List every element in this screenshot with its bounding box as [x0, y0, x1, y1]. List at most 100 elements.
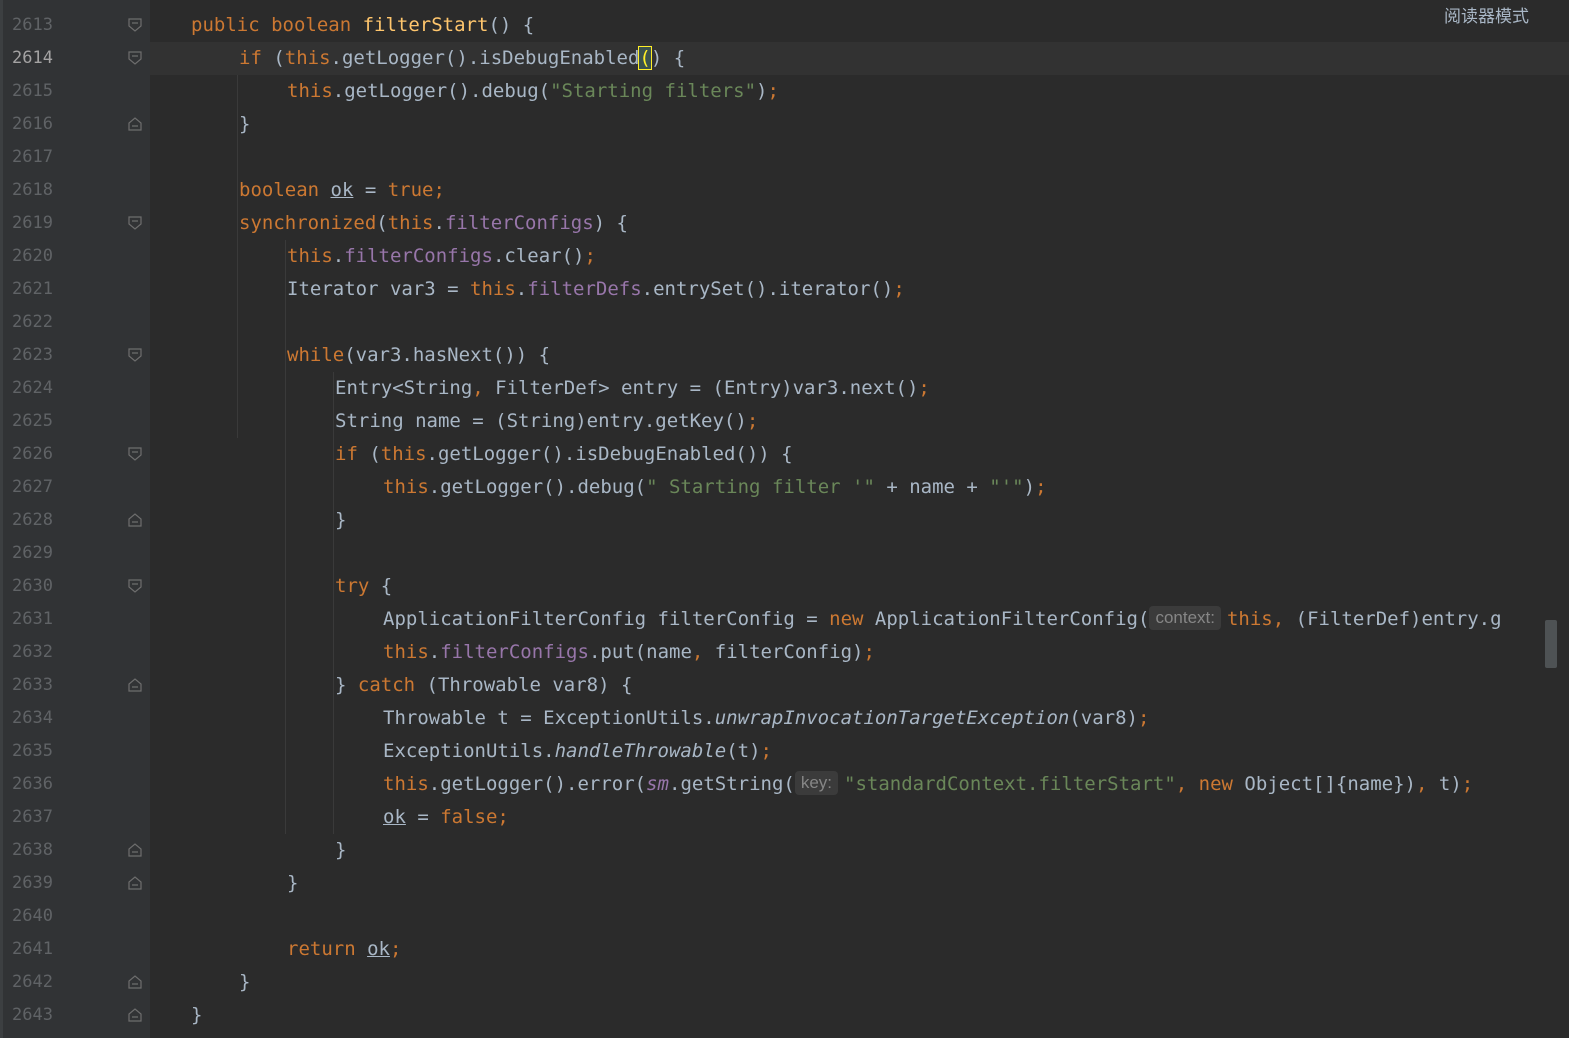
- fold-end-icon[interactable]: [128, 513, 142, 527]
- line-number: 2624: [12, 378, 53, 398]
- fold-collapse-icon[interactable]: [128, 18, 142, 32]
- code-token: ;: [1137, 707, 1150, 729]
- code-token: filterConfigs: [444, 212, 594, 234]
- line-number: 2643: [12, 1005, 53, 1025]
- code-line[interactable]: 2639}: [0, 867, 1569, 900]
- code-line[interactable]: 2632 this.filterConfigs.put(name, filterC…: [0, 636, 1569, 669]
- code-line[interactable]: 2622: [0, 306, 1569, 339]
- line-number: 2641: [12, 939, 53, 959]
- code-token: .getString(: [669, 773, 795, 795]
- code-line[interactable]: 2617: [0, 141, 1569, 174]
- code-token: (t): [726, 740, 761, 762]
- code-line[interactable]: 2643}: [0, 999, 1569, 1032]
- vertical-scrollbar-thumb[interactable]: [1545, 620, 1557, 668]
- code-token: t): [1438, 773, 1462, 795]
- line-number: 2626: [12, 444, 53, 464]
- code-token: }: [287, 872, 299, 894]
- code-token: () {: [488, 14, 535, 36]
- code-line[interactable]: 2642}: [0, 966, 1569, 999]
- code-token: ,: [691, 641, 715, 663]
- line-number: 2630: [12, 576, 53, 596]
- indent-guide: [237, 75, 238, 438]
- code-token: =: [353, 179, 388, 201]
- code-token: if: [335, 443, 370, 465]
- fold-end-icon[interactable]: [128, 975, 142, 989]
- code-token: FilterDef> entry = (Entry)var3.next(): [495, 377, 919, 399]
- code-line[interactable]: 2631 ApplicationFilterConfig filterConfig…: [0, 603, 1569, 636]
- code-line[interactable]: 2641 return ok;: [0, 933, 1569, 966]
- code-line[interactable]: 2634 Throwable t = ExceptionUtils.unwrapI…: [0, 702, 1569, 735]
- fold-end-icon[interactable]: [128, 117, 142, 131]
- fold-end-icon[interactable]: [128, 678, 142, 692]
- code-line[interactable]: 2616}: [0, 108, 1569, 141]
- code-token: ): [1023, 476, 1036, 498]
- code-token: ok: [330, 179, 354, 201]
- reader-mode-button[interactable]: 阅读器模式: [1444, 2, 1529, 27]
- code-line[interactable]: 2626 if (this.getLogger().isDebugEnabled(…: [0, 438, 1569, 471]
- code-token: .getLogger().isDebugEnabled: [330, 47, 640, 69]
- line-number: 2629: [12, 543, 53, 563]
- code-line[interactable]: 2618 boolean ok = true;: [0, 174, 1569, 207]
- code-text: boolean ok = true;: [239, 174, 445, 207]
- code-token: this,: [1226, 608, 1296, 630]
- line-number: 2628: [12, 510, 53, 530]
- fold-collapse-icon[interactable]: [128, 51, 142, 65]
- code-token: Object[]{name}): [1244, 773, 1416, 795]
- code-token: return: [287, 938, 368, 960]
- code-line[interactable]: 2621 Iterator var3 = this.filterDefs.entr…: [0, 273, 1569, 306]
- line-number: 2632: [12, 642, 53, 662]
- code-token: (: [273, 47, 285, 69]
- code-line[interactable]: 2614 if (this.getLogger().isDebugEnabled(…: [0, 42, 1569, 75]
- code-token: this: [470, 278, 516, 300]
- code-line[interactable]: 2638}: [0, 834, 1569, 867]
- code-token: "standardContext.filterStart": [844, 773, 1176, 795]
- code-token: {: [380, 575, 393, 597]
- code-text: synchronized(this.filterConfigs) {: [239, 207, 628, 240]
- code-token: filterConfigs: [344, 245, 493, 267]
- line-number: 2621: [12, 279, 53, 299]
- fold-end-icon[interactable]: [128, 1008, 142, 1022]
- code-text: ExceptionUtils.handleThrowable(t);: [383, 735, 772, 768]
- line-number: 2635: [12, 741, 53, 761]
- fold-collapse-icon[interactable]: [128, 216, 142, 230]
- code-line[interactable]: 2625 String name = (String)entry.getKey()…: [0, 405, 1569, 438]
- code-line[interactable]: 2623 while(var3.hasNext()) {: [0, 339, 1569, 372]
- code-text: } catch (Throwable var8) {: [335, 669, 632, 702]
- code-text: public boolean filterStart() {: [191, 9, 534, 42]
- code-line[interactable]: 2619 synchronized(this.filterConfigs) {: [0, 207, 1569, 240]
- code-line[interactable]: 2637 ok = false;: [0, 801, 1569, 834]
- line-number: 2642: [12, 972, 53, 992]
- code-token: .getLogger().debug(: [332, 80, 551, 102]
- code-token: ;: [584, 245, 596, 267]
- code-line[interactable]: 2633} catch (Throwable var8) {: [0, 669, 1569, 702]
- code-token: ;: [1035, 476, 1047, 498]
- code-token: (Throwable var8) {: [426, 674, 633, 696]
- code-token: filterDefs: [527, 278, 642, 300]
- code-line[interactable]: 2624 Entry<String, FilterDef> entry = (En…: [0, 372, 1569, 405]
- fold-end-icon[interactable]: [128, 843, 142, 857]
- code-line[interactable]: 2628}: [0, 504, 1569, 537]
- code-text: if (this.getLogger().isDebugEnabled()) {: [335, 438, 793, 471]
- code-line[interactable]: 2640: [0, 900, 1569, 933]
- code-line[interactable]: 2636 this.getLogger().error(sm.getString(…: [0, 768, 1569, 801]
- code-token: ): [756, 80, 768, 102]
- code-line[interactable]: 2630 try {: [0, 570, 1569, 603]
- code-line[interactable]: 2615 this.getLogger().debug("Starting fil…: [0, 75, 1569, 108]
- code-line[interactable]: 2629: [0, 537, 1569, 570]
- code-token: + name +: [874, 476, 990, 498]
- code-line[interactable]: 2627 this.getLogger().debug(" Starting fi…: [0, 471, 1569, 504]
- code-line[interactable]: 2635 ExceptionUtils.handleThrowable(t);: [0, 735, 1569, 768]
- fold-collapse-icon[interactable]: [128, 447, 142, 461]
- code-token: }: [335, 509, 347, 531]
- fold-collapse-icon[interactable]: [128, 348, 142, 362]
- code-line[interactable]: 2620 this.filterConfigs.clear();: [0, 240, 1569, 273]
- fold-collapse-icon[interactable]: [128, 579, 142, 593]
- parameter-hint: key:: [794, 771, 839, 795]
- line-number: 2618: [12, 180, 53, 200]
- code-text: }: [335, 504, 346, 537]
- code-text: ApplicationFilterConfig filterConfig = n…: [383, 603, 1502, 636]
- code-token: ;: [893, 278, 905, 300]
- fold-end-icon[interactable]: [128, 876, 142, 890]
- code-line[interactable]: 2613 public boolean filterStart() {: [0, 9, 1569, 42]
- code-token: this: [387, 212, 434, 234]
